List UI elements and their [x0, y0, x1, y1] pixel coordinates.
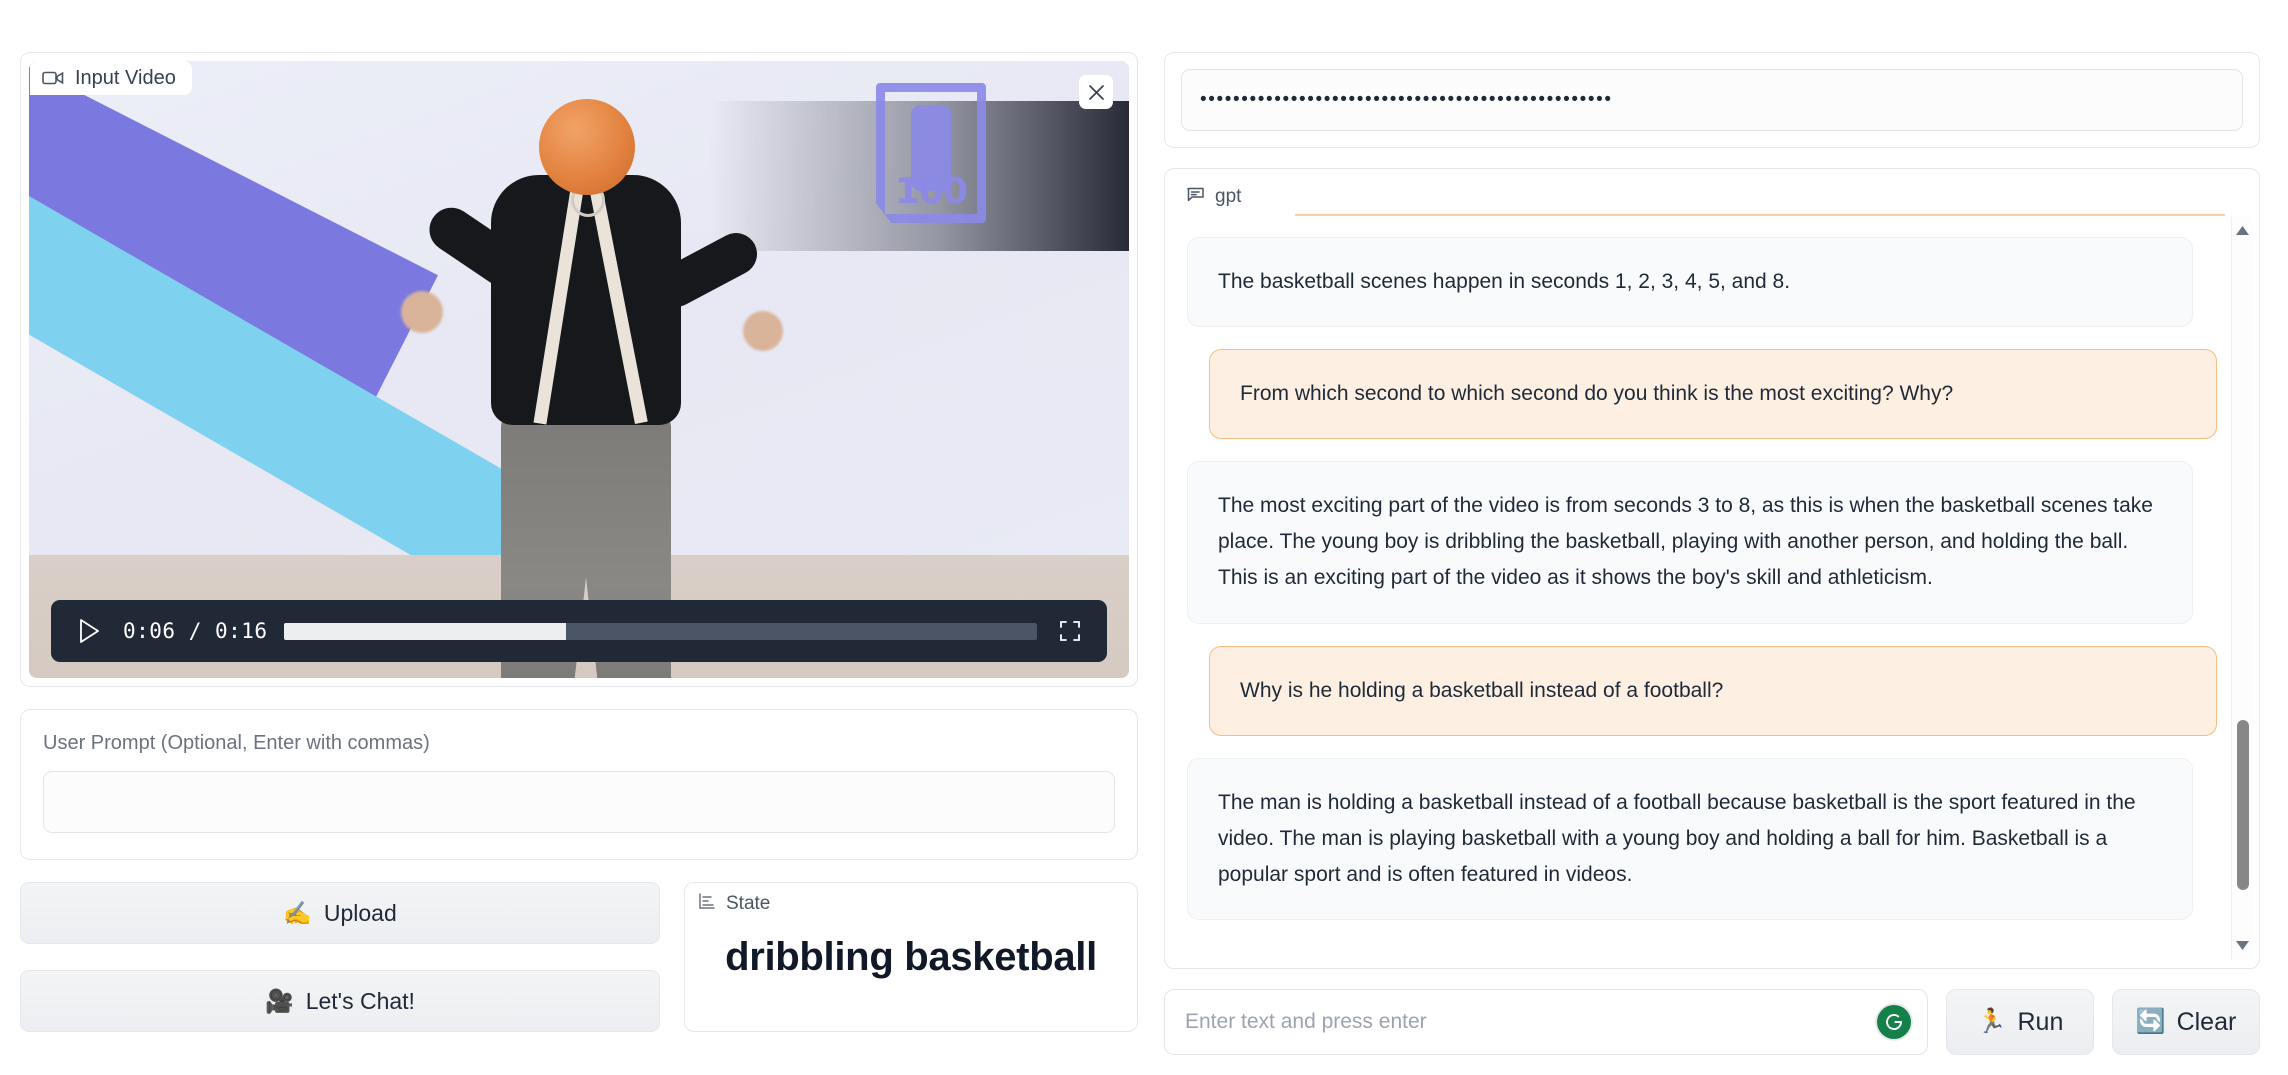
chat-message-bot: The man is holding a basketball instead … [1187, 757, 2193, 920]
chat-bubble-icon [1186, 185, 1205, 208]
video-time-display: 0:06 / 0:16 [123, 619, 268, 643]
figure-basketball-head [539, 99, 635, 195]
left-bottom-row: ✍️ Upload 🎥 Let's Chat! State dribbling … [20, 882, 1138, 1032]
chat-input[interactable] [1164, 989, 1928, 1055]
upload-button-label: Upload [323, 899, 397, 926]
state-value: dribbling basketball [725, 935, 1097, 979]
chat-input-wrapper [1164, 989, 1928, 1055]
chat-scrollbar[interactable] [2231, 217, 2253, 960]
scroll-down-arrow-icon[interactable] [2236, 937, 2249, 955]
chat-message-list: The basketball scenes happen in seconds … [1173, 225, 2251, 960]
app-root: Input Video 100 0:06 / 0:16 User Prompt … [0, 0, 2288, 1075]
scroll-up-arrow-icon[interactable] [2236, 222, 2249, 240]
left-column: Input Video 100 0:06 / 0:16 User Prompt … [20, 52, 1138, 1055]
figure-right-hand [743, 311, 783, 351]
state-panel: State dribbling basketball [684, 882, 1138, 1032]
runner-icon: 🏃 [1976, 1008, 2007, 1035]
chat-input-row: 🏃 Run 🔄 Clear [1164, 989, 2260, 1055]
chat-scrollbar-thumb[interactable] [2237, 720, 2249, 890]
right-column: gpt The basketball scenes happen in seco… [1164, 52, 2260, 1055]
clear-button-label: Clear [2176, 1007, 2237, 1036]
chat-message-user: From which second to which second do you… [1209, 349, 2217, 440]
grammarly-icon[interactable] [1877, 1005, 1911, 1039]
overlay-100-bar [911, 105, 951, 191]
video-progress-fill [283, 622, 567, 640]
lets-chat-button-label: Let's Chat! [305, 987, 415, 1014]
state-tab-label: State [726, 892, 771, 914]
clear-button[interactable]: 🔄 Clear [2112, 989, 2260, 1055]
upload-button[interactable]: ✍️ Upload [20, 882, 660, 944]
user-prompt-panel: User Prompt (Optional, Enter with commas… [20, 709, 1138, 860]
input-video-tab-label: Input Video [75, 67, 176, 89]
figure-left-hand [401, 291, 443, 333]
user-prompt-input[interactable] [43, 771, 1115, 833]
chart-icon [698, 892, 716, 914]
chat-tab-divider [1295, 214, 2225, 216]
close-icon[interactable] [1079, 75, 1113, 109]
chat-message-user: Why is he holding a basketball instead o… [1209, 645, 2217, 736]
video-stage[interactable]: 100 0:06 / 0:16 [29, 61, 1129, 678]
fullscreen-icon[interactable] [1053, 614, 1087, 648]
video-progress-bar[interactable] [283, 622, 1037, 640]
play-icon[interactable] [71, 613, 107, 649]
action-button-stack: ✍️ Upload 🎥 Let's Chat! [20, 882, 660, 1032]
video-subject-figure [401, 79, 783, 678]
video-controls-bar: 0:06 / 0:16 [51, 600, 1107, 662]
writing-hand-icon: ✍️ [283, 899, 312, 926]
input-video-tab: Input Video [30, 61, 192, 95]
run-button-label: Run [2017, 1007, 2064, 1036]
video-frame: 100 [29, 61, 1129, 678]
refresh-icon: 🔄 [2135, 1008, 2166, 1035]
input-video-panel: Input Video 100 0:06 / 0:16 [20, 52, 1138, 687]
state-tab: State [685, 883, 789, 923]
chat-model-tab[interactable]: gpt [1174, 177, 1259, 216]
lets-chat-button[interactable]: 🎥 Let's Chat! [20, 970, 660, 1032]
chat-model-label: gpt [1215, 186, 1242, 207]
api-key-panel [1164, 52, 2260, 148]
chat-message-bot: The most exciting part of the video is f… [1187, 461, 2193, 624]
chat-panel: gpt The basketball scenes happen in seco… [1164, 168, 2260, 969]
movie-camera-icon: 🎥 [265, 987, 294, 1014]
api-key-input[interactable] [1181, 69, 2243, 131]
user-prompt-label: User Prompt (Optional, Enter with commas… [43, 732, 430, 754]
chat-message-bot: The basketball scenes happen in seconds … [1187, 237, 2193, 328]
run-button[interactable]: 🏃 Run [1946, 989, 2094, 1055]
video-camera-icon [42, 70, 64, 86]
